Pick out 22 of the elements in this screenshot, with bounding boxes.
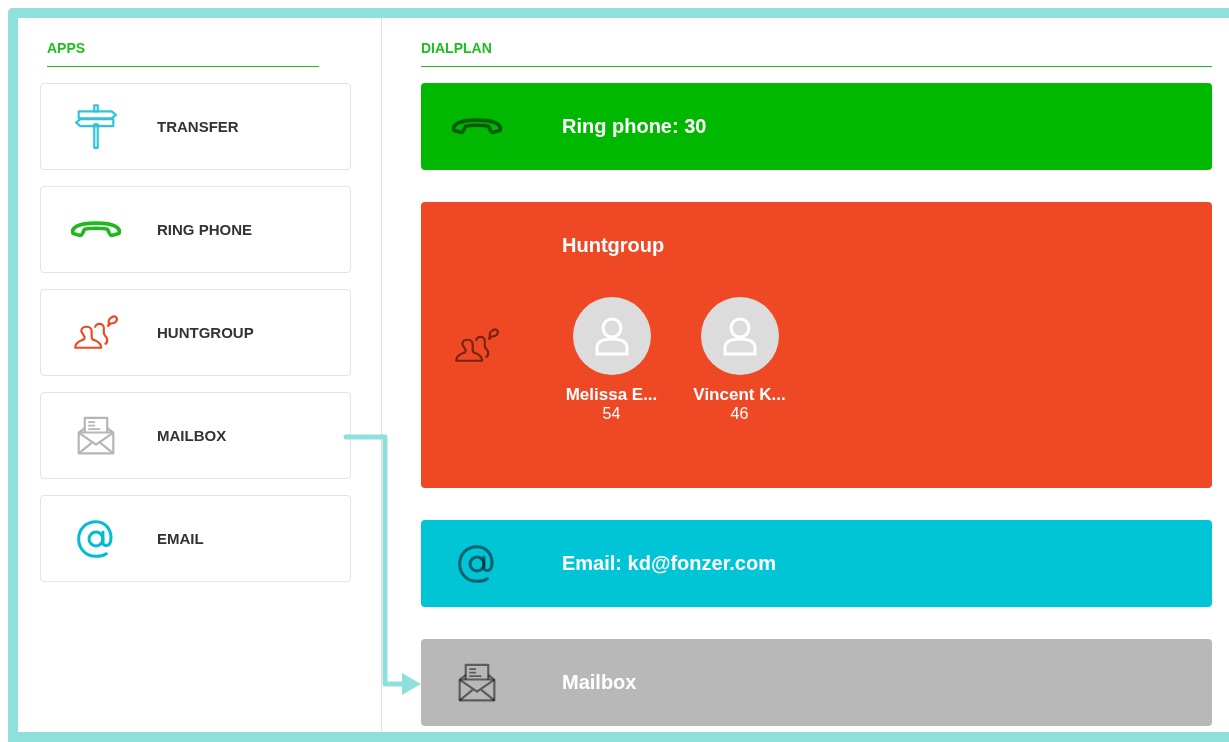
phone-icon bbox=[451, 118, 503, 135]
section-heading: APPS bbox=[47, 18, 319, 67]
dialplan-block[interactable]: Huntgroup Melissa E... 54 Vincent K... 46 bbox=[421, 202, 1212, 488]
block-title: Ring phone: 30 bbox=[562, 115, 707, 138]
section-heading: DIALPLAN bbox=[421, 18, 1212, 67]
app-card[interactable]: HUNTGROUP bbox=[40, 289, 351, 376]
member-name: Melissa E... bbox=[565, 385, 658, 405]
block-title: Mailbox bbox=[562, 671, 637, 694]
block-title: Huntgroup bbox=[562, 234, 666, 257]
app-label: MAILBOX bbox=[157, 427, 227, 444]
member-extension: 54 bbox=[602, 405, 621, 423]
member-extension: 46 bbox=[730, 405, 749, 423]
block-title: Email: kd@fonzer.com bbox=[562, 552, 776, 575]
app-card[interactable]: RING PHONE bbox=[40, 186, 351, 273]
member-name: Vincent K... bbox=[693, 385, 786, 405]
app-label: EMAIL bbox=[157, 530, 204, 547]
app-label: TRANSFER bbox=[157, 118, 239, 135]
app-label: HUNTGROUP bbox=[157, 324, 254, 341]
app-label: RING PHONE bbox=[157, 221, 252, 238]
app-card[interactable]: MAILBOX bbox=[40, 392, 351, 479]
app-card[interactable]: TRANSFER bbox=[40, 83, 351, 170]
app-card[interactable]: EMAIL bbox=[40, 495, 351, 582]
